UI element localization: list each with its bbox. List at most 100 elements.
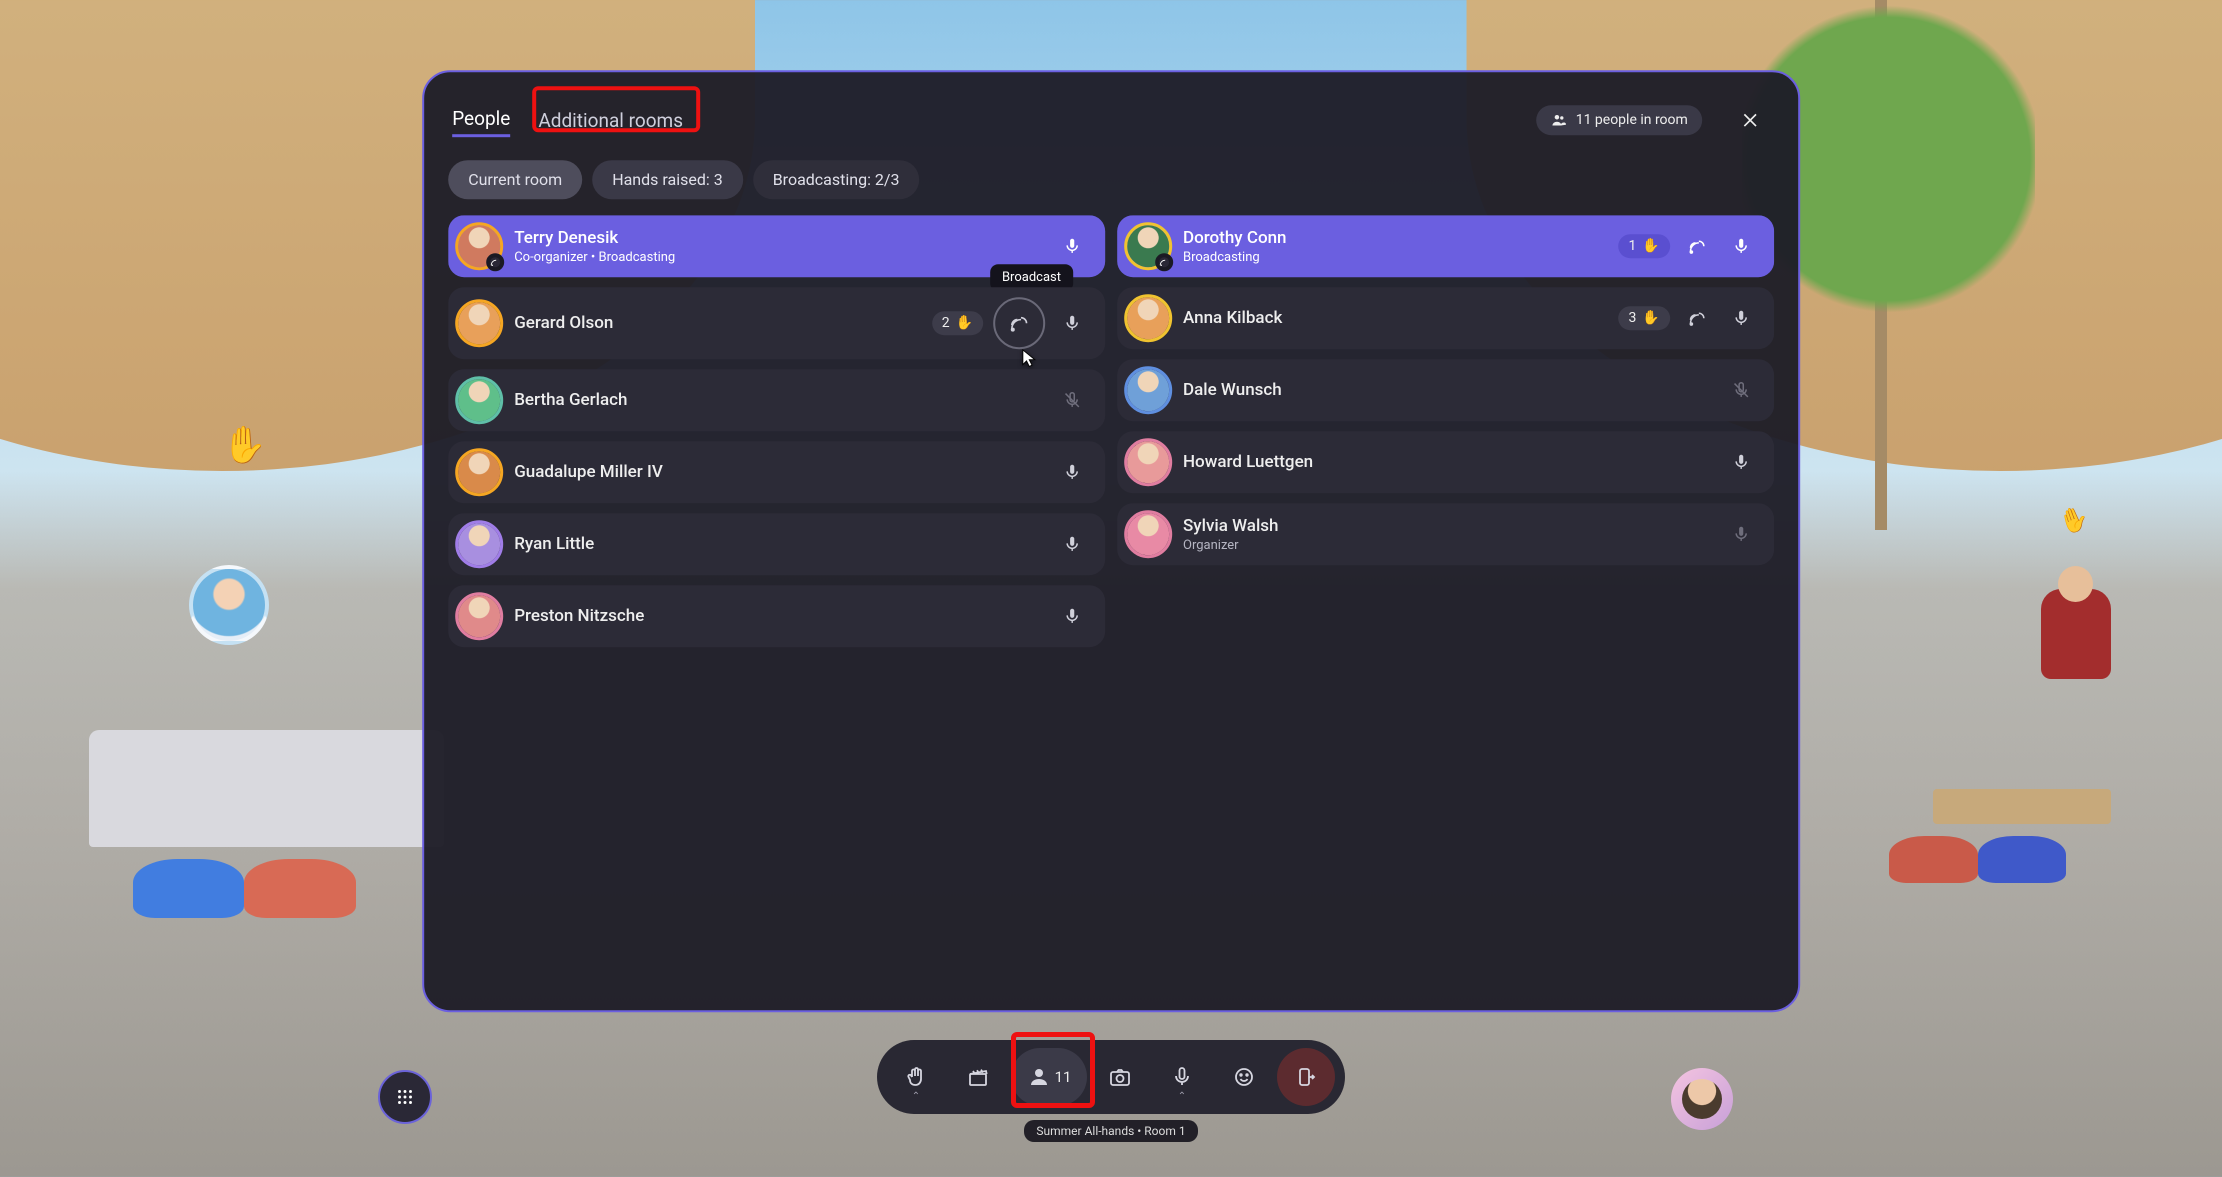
mic-icon[interactable] bbox=[1724, 302, 1758, 336]
hand-icon: ✋ bbox=[1642, 239, 1659, 255]
camera-button[interactable] bbox=[1091, 1048, 1149, 1106]
participant-name: Ryan Little bbox=[514, 535, 1041, 555]
mic-icon[interactable] bbox=[1724, 446, 1758, 480]
hand-icon: ✋ bbox=[1642, 311, 1659, 327]
background-tree bbox=[1822, 0, 1955, 530]
raised-hand-icon: ✋ bbox=[2055, 502, 2093, 539]
participant-row[interactable]: Sylvia Walsh Organizer bbox=[1117, 504, 1774, 566]
hand-order-pill: 1 ✋ bbox=[1619, 235, 1670, 259]
mic-icon[interactable] bbox=[1055, 600, 1089, 634]
avatar bbox=[1127, 226, 1169, 268]
room-count-badge[interactable]: 11 people in room bbox=[1536, 106, 1702, 136]
participant-row[interactable]: Bertha Gerlach bbox=[448, 370, 1105, 432]
participant-subtitle: Co-organizer • Broadcasting bbox=[514, 250, 1041, 265]
participant-name: Gerard Olson bbox=[514, 314, 918, 334]
broadcast-badge-icon bbox=[1155, 254, 1173, 272]
mic-icon[interactable] bbox=[1055, 456, 1089, 490]
participant-subtitle: Broadcasting bbox=[1183, 250, 1605, 265]
room-label: Summer All-hands • Room 1 bbox=[1024, 1120, 1197, 1142]
mic-icon[interactable] bbox=[1724, 518, 1758, 552]
people-count: 11 bbox=[1055, 1068, 1072, 1086]
participant-name: Terry Denesik bbox=[514, 228, 1041, 248]
emoji-button[interactable] bbox=[1215, 1048, 1273, 1106]
people-button[interactable]: 11 bbox=[1011, 1048, 1087, 1106]
mic-icon bbox=[1170, 1065, 1194, 1089]
hand-icon: ✋ bbox=[956, 316, 973, 332]
avatar bbox=[1127, 298, 1169, 340]
participant-name: Howard Luettgen bbox=[1183, 453, 1710, 473]
tab-people[interactable]: People bbox=[452, 104, 510, 138]
mic-button[interactable]: ⌃ bbox=[1153, 1048, 1211, 1106]
background-couch bbox=[89, 730, 445, 848]
mic-icon[interactable] bbox=[1055, 307, 1089, 341]
leave-icon bbox=[1294, 1065, 1318, 1089]
avatar bbox=[458, 380, 500, 422]
close-icon bbox=[1740, 111, 1760, 131]
world-avatar[interactable] bbox=[2041, 589, 2111, 679]
broadcast-icon[interactable] bbox=[1680, 302, 1714, 336]
background-bench bbox=[1933, 789, 2111, 824]
participant-row[interactable]: Dale Wunsch bbox=[1117, 360, 1774, 422]
participant-name: Preston Nitzsche bbox=[514, 607, 1041, 627]
participant-name: Sylvia Walsh bbox=[1183, 516, 1710, 536]
avatar bbox=[1127, 370, 1169, 412]
hand-order-pill: 2 ✋ bbox=[932, 312, 983, 336]
background-pouf bbox=[133, 859, 244, 918]
grid-icon bbox=[394, 1086, 416, 1108]
hand-order-pill: 3 ✋ bbox=[1619, 307, 1670, 331]
avatar bbox=[458, 452, 500, 494]
avatar bbox=[458, 303, 500, 345]
participant-row[interactable]: Anna Kilback 3 ✋ bbox=[1117, 288, 1774, 350]
participant-row[interactable]: Guadalupe Miller IV bbox=[448, 442, 1105, 504]
people-panel: People Additional rooms 11 people in roo… bbox=[422, 71, 1800, 1013]
chip-hands-raised[interactable]: Hands raised: 3 bbox=[592, 161, 743, 200]
participant-subtitle: Organizer bbox=[1183, 538, 1710, 553]
participant-row[interactable]: Gerard Olson 2 ✋ bbox=[448, 288, 1105, 360]
hand-icon bbox=[904, 1065, 928, 1089]
participant-name: Guadalupe Miller IV bbox=[514, 463, 1041, 483]
broadcast-icon[interactable] bbox=[1680, 230, 1714, 264]
self-avatar[interactable] bbox=[1671, 1068, 1733, 1130]
raised-hand-icon: ✋ bbox=[222, 424, 267, 466]
hand-raise-button[interactable]: ⌃ bbox=[887, 1048, 945, 1106]
people-icon bbox=[1550, 112, 1568, 130]
participant-name: Bertha Gerlach bbox=[514, 391, 1041, 411]
background-pouf bbox=[244, 859, 355, 918]
background-pouf bbox=[1889, 836, 1978, 883]
participant-name: Anna Kilback bbox=[1183, 309, 1605, 329]
close-button[interactable] bbox=[1730, 101, 1770, 141]
smile-icon bbox=[1232, 1065, 1256, 1089]
avatar bbox=[458, 596, 500, 638]
mic-icon[interactable] bbox=[1055, 528, 1089, 562]
chip-broadcasting[interactable]: Broadcasting: 2/3 bbox=[753, 161, 920, 200]
participant-row[interactable]: Howard Luettgen bbox=[1117, 432, 1774, 494]
participant-name: Dorothy Conn bbox=[1183, 228, 1605, 248]
apps-grid-button[interactable] bbox=[378, 1070, 432, 1124]
broadcast-badge-icon bbox=[486, 254, 504, 272]
world-avatar[interactable] bbox=[189, 565, 269, 645]
participant-row[interactable]: Terry Denesik Co-organizer • Broadcasting… bbox=[448, 216, 1105, 278]
leave-button[interactable] bbox=[1277, 1048, 1335, 1106]
room-count-label: 11 people in room bbox=[1576, 113, 1688, 129]
clapper-icon bbox=[966, 1065, 990, 1089]
camera-icon bbox=[1108, 1065, 1132, 1089]
mic-muted-icon[interactable] bbox=[1055, 384, 1089, 418]
tab-additional-rooms[interactable]: Additional rooms bbox=[538, 105, 683, 136]
background-pouf bbox=[1978, 836, 2067, 883]
clapper-button[interactable] bbox=[949, 1048, 1007, 1106]
broadcast-button[interactable] bbox=[993, 298, 1045, 350]
participant-row[interactable]: Preston Nitzsche bbox=[448, 586, 1105, 648]
person-icon bbox=[1027, 1065, 1051, 1089]
action-bar: ⌃ 11 ⌃ bbox=[877, 1040, 1345, 1114]
participant-row[interactable]: Dorothy Conn Broadcasting 1 ✋ bbox=[1117, 216, 1774, 278]
mic-icon[interactable] bbox=[1724, 230, 1758, 264]
avatar bbox=[458, 226, 500, 268]
mic-icon[interactable] bbox=[1055, 230, 1089, 264]
chip-current-room[interactable]: Current room bbox=[448, 161, 582, 200]
participant-row[interactable]: Ryan Little bbox=[448, 514, 1105, 576]
avatar bbox=[458, 524, 500, 566]
participant-name: Dale Wunsch bbox=[1183, 381, 1710, 401]
avatar bbox=[1127, 514, 1169, 556]
mic-muted-icon[interactable] bbox=[1724, 374, 1758, 408]
avatar bbox=[1127, 442, 1169, 484]
